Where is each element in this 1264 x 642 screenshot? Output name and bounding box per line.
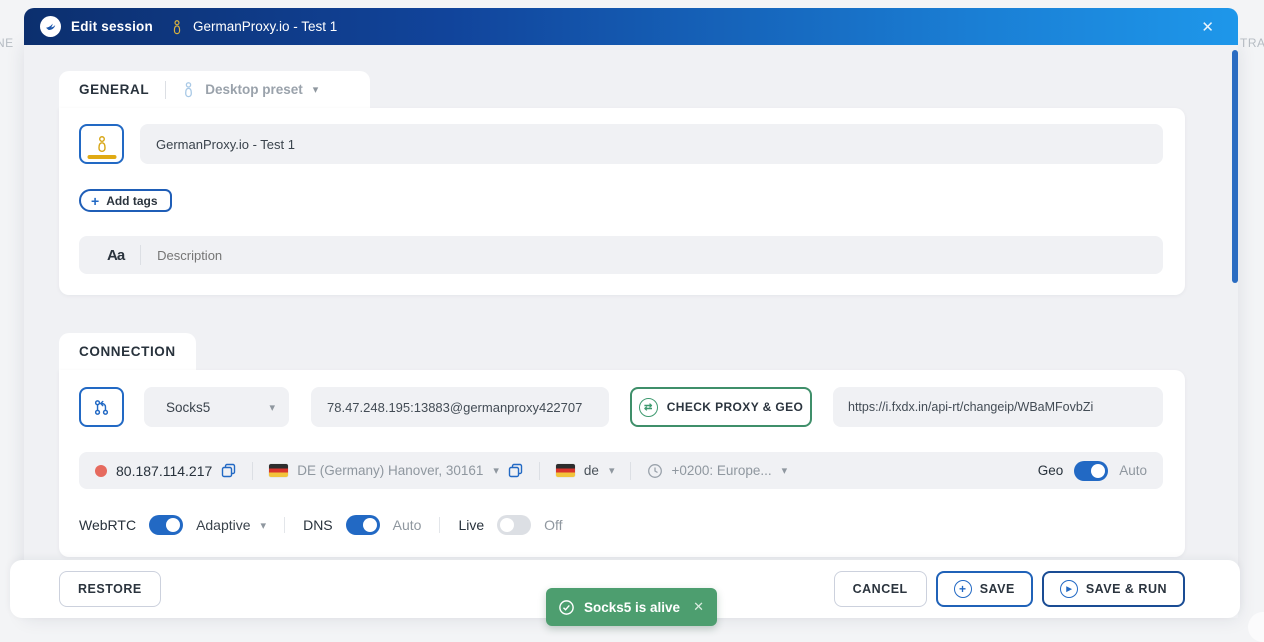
check-proxy-geo-label: CHECK PROXY & GEO: [667, 400, 804, 414]
live-toggle[interactable]: [497, 515, 531, 535]
clock-icon: [647, 463, 663, 479]
divider: [539, 462, 540, 480]
toast-message: Socks5 is alive: [584, 600, 680, 615]
options-row: WebRTC Adaptive ▾ DNS Auto Live Off: [79, 507, 563, 543]
session-person-icon: [171, 19, 183, 35]
modal-titlebar: Edit session GermanProxy.io - Test 1 ✕: [24, 8, 1238, 45]
chevron-down-icon: ▾: [269, 401, 275, 414]
add-tags-label: Add tags: [106, 194, 157, 208]
add-tags-button[interactable]: + Add tags: [79, 189, 172, 212]
proxy-string-field[interactable]: [311, 387, 609, 427]
background-shape: [1248, 612, 1264, 642]
font-icon: Aa: [107, 247, 124, 264]
proxy-button[interactable]: [79, 387, 124, 427]
connection-tab-label: CONNECTION: [79, 344, 176, 359]
geo-label: Geo: [1038, 463, 1064, 478]
tab-connection: CONNECTION: [59, 333, 196, 370]
close-icon[interactable]: ✕: [1193, 16, 1222, 38]
avatar-accent-bar: [87, 155, 116, 159]
save-button[interactable]: + SAVE: [936, 571, 1033, 607]
restore-label: RESTORE: [78, 582, 142, 596]
chevron-down-icon[interactable]: ▾: [782, 464, 788, 477]
swap-arrows-icon: ⇄: [639, 398, 658, 417]
live-label: Live: [458, 517, 484, 533]
dns-state: Auto: [393, 517, 422, 533]
proxy-type-select[interactable]: Socks5 ▾: [144, 387, 289, 427]
webrtc-toggle[interactable]: [149, 515, 183, 535]
divider: [630, 462, 631, 480]
toast-close-icon[interactable]: ✕: [693, 599, 704, 615]
plus-circle-icon: +: [954, 580, 972, 598]
divider: [284, 517, 285, 533]
divider: [439, 517, 440, 533]
proxy-alive-toast: Socks5 is alive ✕: [546, 588, 717, 626]
timezone-value: +0200: Europe...: [671, 463, 771, 478]
flag-de-icon: [269, 464, 288, 477]
change-ip-url-field[interactable]: [833, 387, 1163, 427]
avatar-person-icon: [95, 135, 109, 153]
proxy-network-icon: [92, 398, 111, 417]
preset-select[interactable]: Desktop preset ▾: [182, 81, 318, 98]
webrtc-mode: Adaptive: [196, 517, 250, 533]
proxy-type-value: Socks5: [166, 400, 210, 415]
session-name-input[interactable]: [156, 137, 1147, 152]
copy-icon[interactable]: [221, 463, 236, 478]
save-run-label: SAVE & RUN: [1086, 582, 1167, 596]
general-card: + Add tags Aa: [59, 108, 1185, 295]
session-name: GermanProxy.io - Test 1: [193, 19, 337, 34]
dns-toggle[interactable]: [346, 515, 380, 535]
divider: [165, 81, 166, 99]
cancel-button[interactable]: CANCEL: [834, 571, 927, 607]
geo-toggle[interactable]: [1074, 461, 1108, 481]
geo-location: DE (Germany) Hanover, 30161: [297, 463, 483, 478]
app-logo-icon: [40, 16, 61, 37]
restore-button[interactable]: RESTORE: [59, 571, 161, 607]
modal-title: Edit session: [71, 19, 153, 34]
profile-avatar-button[interactable]: [79, 124, 124, 164]
chevron-down-icon[interactable]: ▾: [609, 464, 615, 477]
dns-label: DNS: [303, 517, 333, 533]
general-tab-label: GENERAL: [79, 82, 149, 97]
chevron-down-icon[interactable]: ▾: [261, 519, 267, 532]
copy-icon[interactable]: [508, 463, 523, 478]
description-field[interactable]: Aa: [79, 236, 1163, 274]
divider: [252, 462, 253, 480]
divider: [140, 245, 141, 265]
preset-label: Desktop preset: [205, 82, 303, 97]
external-ip: 80.187.114.217: [116, 463, 212, 479]
save-and-run-button[interactable]: ▶ SAVE & RUN: [1042, 571, 1185, 607]
description-input[interactable]: [157, 248, 1147, 263]
flag-de-icon: [556, 464, 575, 477]
preset-person-icon: [182, 81, 195, 98]
scrollbar-thumb[interactable]: [1232, 50, 1238, 283]
geo-state: Auto: [1119, 463, 1147, 478]
chevron-down-icon: ▾: [313, 83, 319, 96]
cancel-label: CANCEL: [853, 582, 908, 596]
plus-icon: +: [91, 194, 99, 208]
ip-status-icon: [95, 465, 107, 477]
session-name-field[interactable]: [140, 124, 1163, 164]
geo-info-bar: 80.187.114.217 DE (Germany) Hanover, 301…: [79, 452, 1163, 489]
live-state: Off: [544, 517, 562, 533]
chevron-down-icon[interactable]: ▾: [493, 464, 499, 477]
webrtc-label: WebRTC: [79, 517, 136, 533]
check-proxy-geo-button[interactable]: ⇄ CHECK PROXY & GEO: [630, 387, 812, 427]
save-label: SAVE: [980, 582, 1015, 596]
change-ip-url-input[interactable]: [848, 400, 1148, 414]
play-circle-icon: ▶: [1060, 580, 1078, 598]
proxy-string-input[interactable]: [327, 400, 593, 415]
tab-general: GENERAL Desktop preset ▾: [59, 71, 370, 108]
check-circle-icon: [558, 599, 575, 616]
background-text-fragment: TRAS: [1240, 36, 1264, 50]
geo-toggle-group: Geo Auto: [1038, 461, 1147, 481]
background-text-fragment: NE: [0, 36, 14, 50]
language-value: de: [584, 463, 599, 478]
